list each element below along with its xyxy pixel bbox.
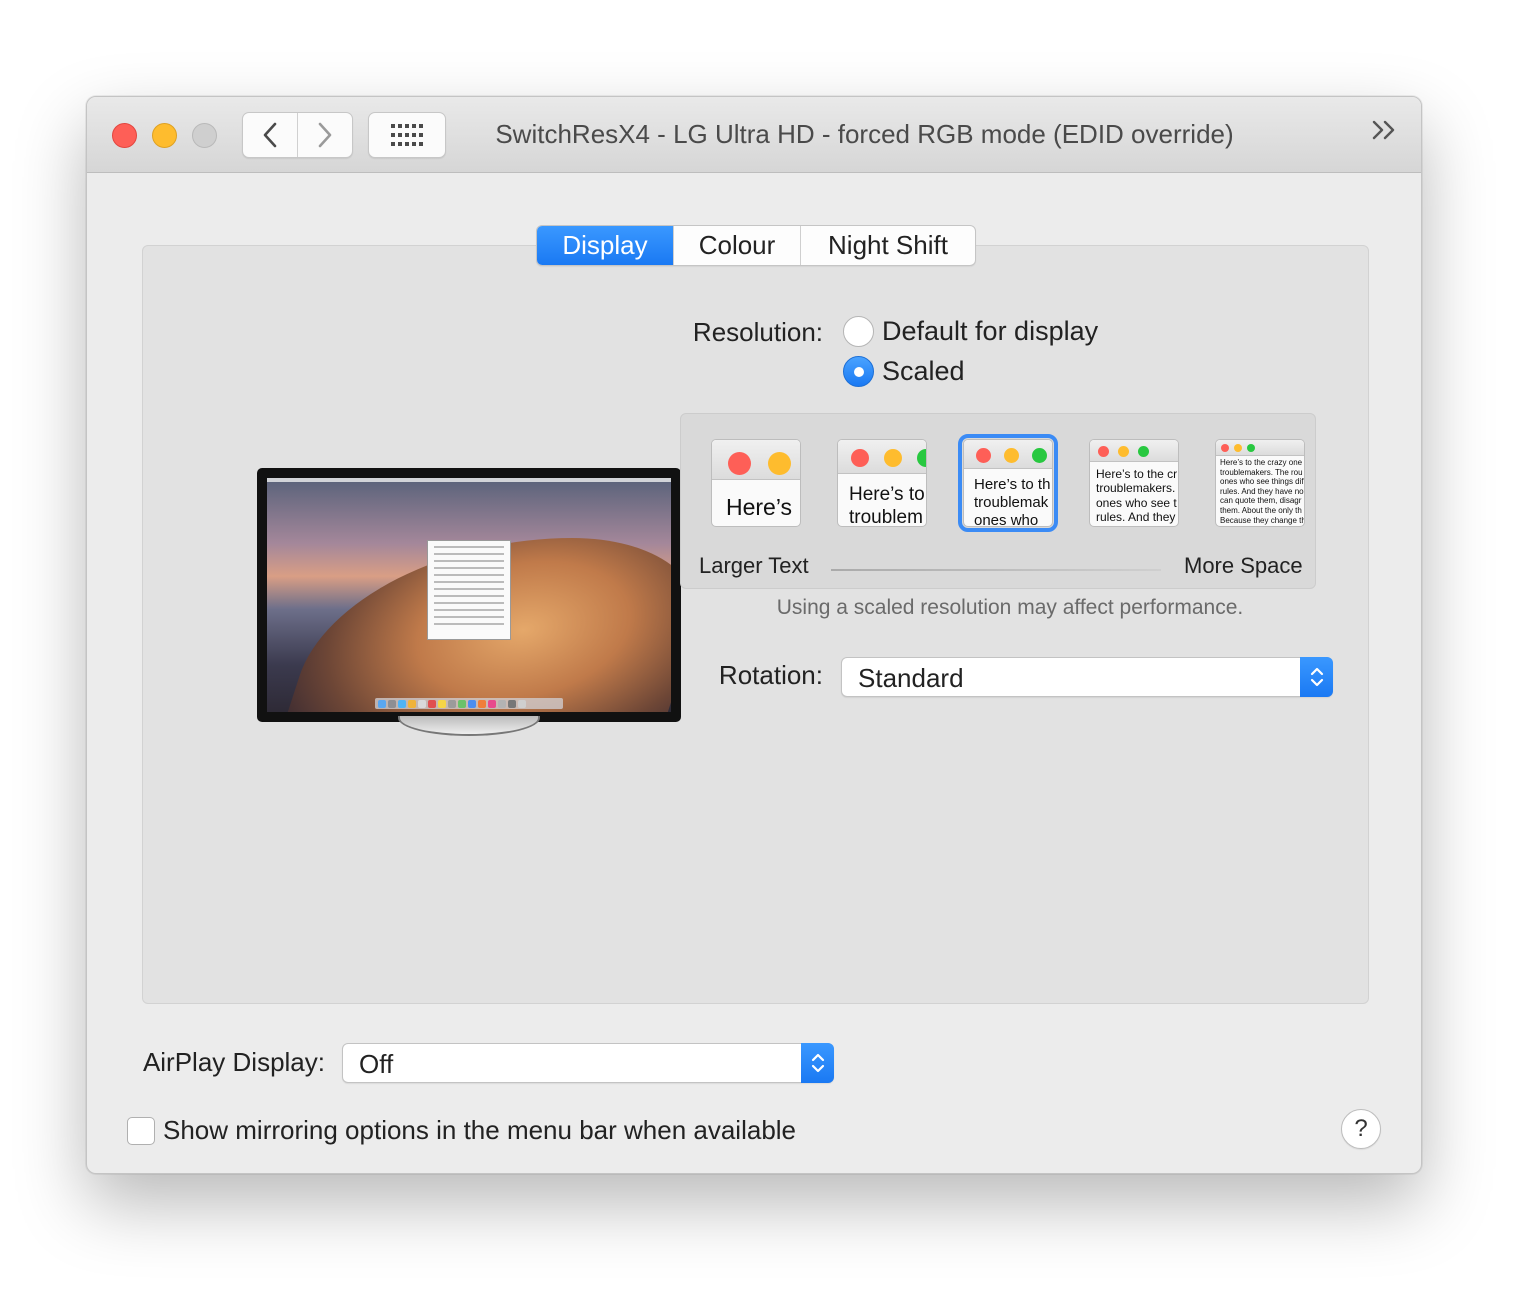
- mirroring-checkbox[interactable]: [127, 1117, 155, 1145]
- desktop-wallpaper: [267, 478, 671, 712]
- display-preview: [257, 468, 681, 736]
- scaled-resolution-picker: Here’s Here’s to troublem Here’s to th t…: [680, 413, 1316, 589]
- monitor-stand: [398, 716, 540, 736]
- document-window-preview: [427, 540, 511, 640]
- navigation-buttons: [242, 112, 353, 158]
- radio-scaled[interactable]: Scaled: [843, 356, 965, 387]
- title-bar: SwitchResX4 - LG Ultra HD - forced RGB m…: [87, 97, 1421, 173]
- tab-night-shift[interactable]: Night Shift: [800, 226, 975, 265]
- scale-option-2[interactable]: Here’s to troublem: [837, 439, 927, 527]
- close-window-button[interactable]: [112, 123, 137, 148]
- rotation-value: Standard: [858, 663, 964, 693]
- back-button[interactable]: [243, 113, 297, 157]
- scale-option-1[interactable]: Here’s: [711, 439, 801, 527]
- resolution-label: Resolution:: [692, 317, 823, 347]
- radio-button-selected[interactable]: [843, 356, 874, 387]
- radio-default-for-display[interactable]: Default for display: [843, 316, 1098, 347]
- scale-option-3-selected[interactable]: Here’s to th troublemak ones who: [958, 434, 1058, 532]
- performance-note: Using a scaled resolution may affect per…: [776, 596, 1244, 619]
- rotation-popup[interactable]: Standard: [841, 657, 1333, 697]
- toolbar-overflow-icon[interactable]: [1371, 117, 1411, 148]
- rotation-label: Rotation:: [718, 660, 823, 690]
- tab-colour[interactable]: Colour: [673, 226, 800, 265]
- show-all-button[interactable]: [368, 112, 446, 158]
- airplay-display-popup[interactable]: Off: [342, 1043, 834, 1083]
- radio-label: Scaled: [882, 356, 965, 386]
- radio-label: Default for display: [882, 316, 1099, 346]
- chevron-left-icon: [263, 122, 277, 148]
- scale-option-4[interactable]: Here’s to the cr troublemakers. ones who…: [1089, 439, 1179, 527]
- tab-display[interactable]: Display: [537, 226, 673, 265]
- airplay-display-value: Off: [359, 1049, 394, 1079]
- chevron-right-icon: [318, 122, 332, 148]
- forward-button[interactable]: [297, 113, 352, 157]
- tab-bar: Display Colour Night Shift: [536, 225, 976, 266]
- scale-option-5[interactable]: Here’s to the crazy one troublemakers. T…: [1215, 439, 1305, 527]
- help-button[interactable]: ?: [1341, 1109, 1381, 1149]
- scale-slider-track: [831, 569, 1161, 571]
- airplay-display-label: AirPlay Display:: [142, 1047, 325, 1077]
- popup-stepper[interactable]: [1300, 657, 1333, 697]
- minimize-window-button[interactable]: [152, 123, 177, 148]
- larger-text-label: Larger Text: [699, 553, 809, 578]
- zoom-window-button: [192, 123, 217, 148]
- preferences-window: SwitchResX4 - LG Ultra HD - forced RGB m…: [86, 96, 1422, 1174]
- mirroring-checkbox-label[interactable]: Show mirroring options in the menu bar w…: [163, 1115, 796, 1146]
- chevron-up-down-icon: [1310, 667, 1323, 687]
- grid-icon: [391, 124, 423, 146]
- more-space-label: More Space: [1184, 553, 1303, 578]
- dock-preview: [375, 698, 563, 709]
- popup-stepper[interactable]: [801, 1043, 834, 1083]
- radio-button[interactable]: [843, 316, 874, 347]
- display-settings-panel: Resolution: Default for display Scaled H…: [142, 245, 1369, 1004]
- chevron-up-down-icon: [811, 1053, 824, 1073]
- window-title: SwitchResX4 - LG Ultra HD - forced RGB m…: [495, 119, 1234, 149]
